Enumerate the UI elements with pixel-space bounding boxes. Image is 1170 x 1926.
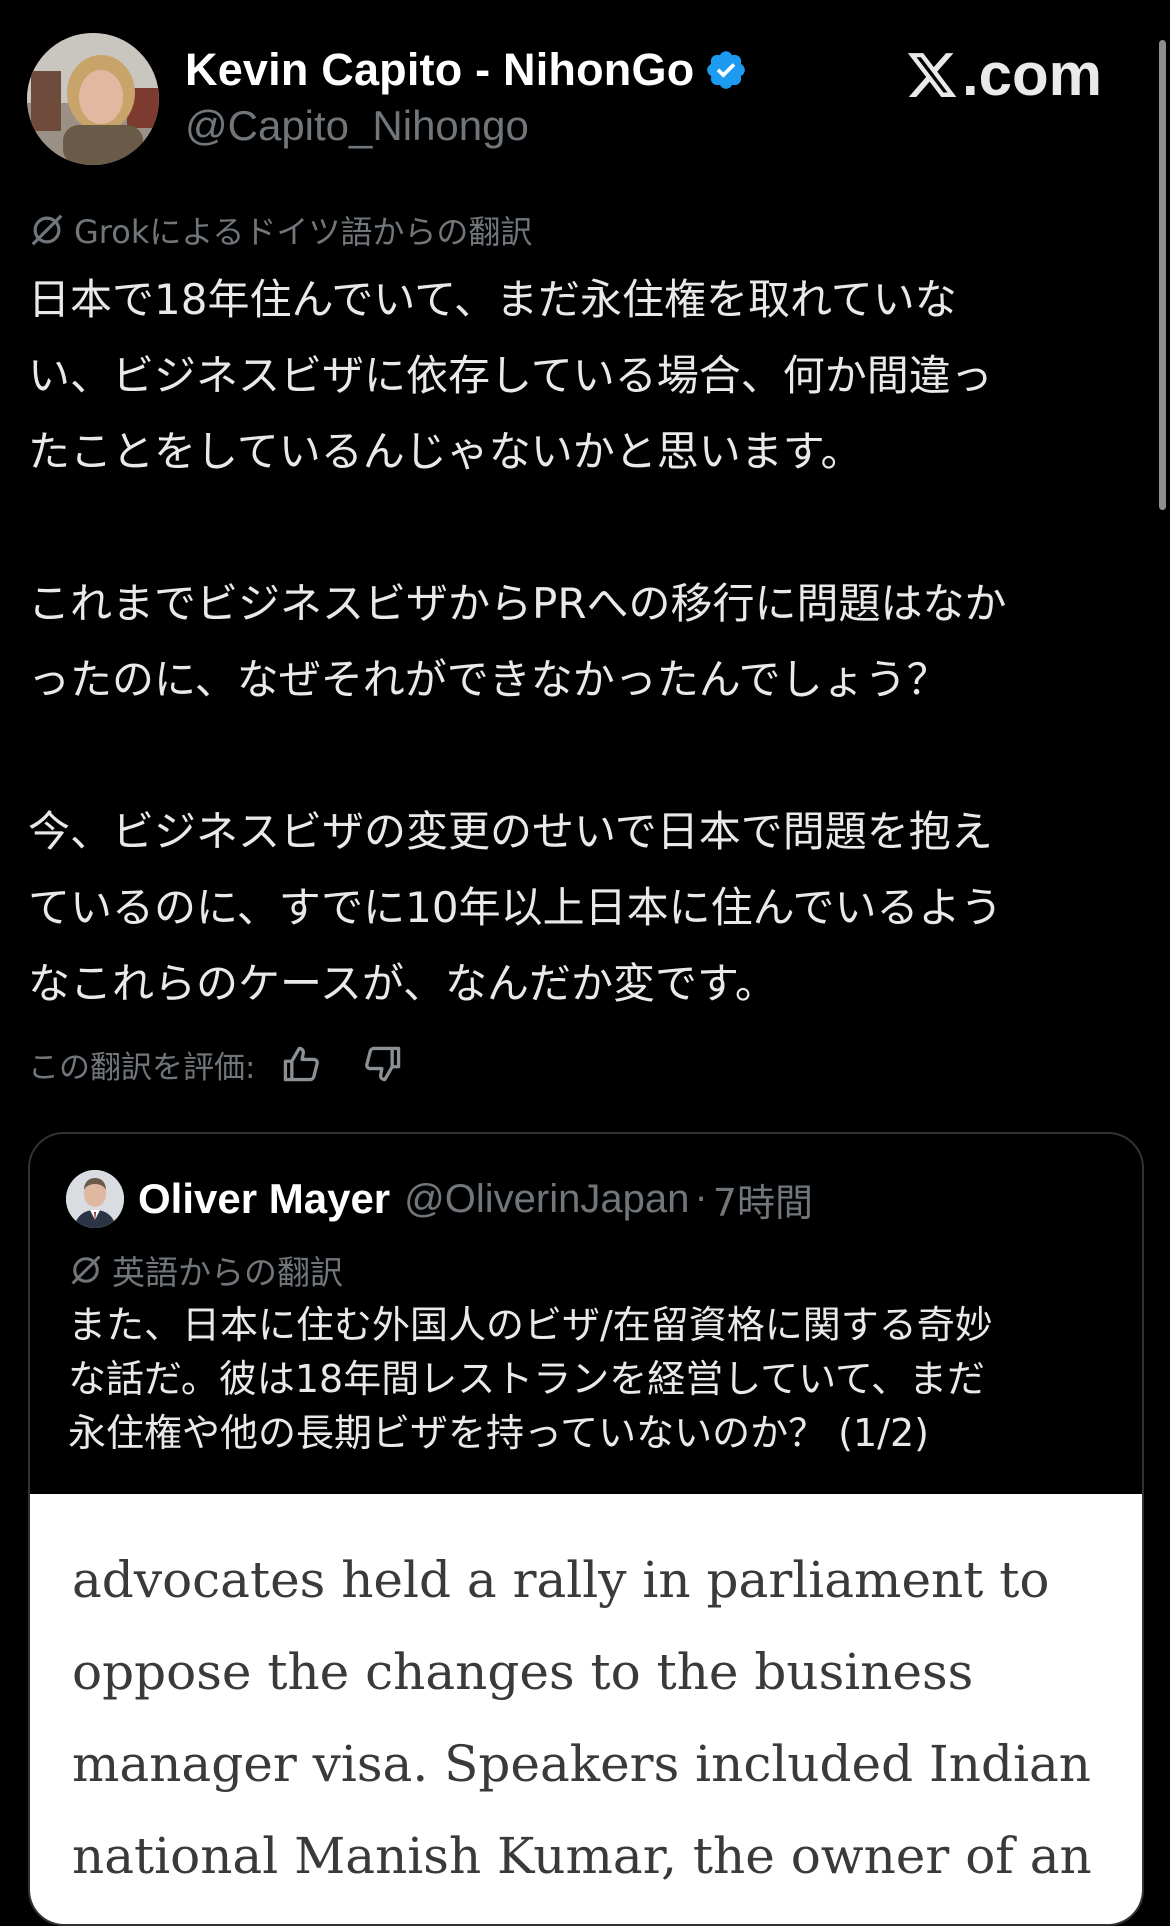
- author-handle[interactable]: @Capito_Nihongo: [185, 102, 529, 150]
- site-brand: .com: [904, 40, 1102, 109]
- tweet-line: たことをしているんじゃないかと思います。: [28, 427, 863, 476]
- quote-header: Oliver Mayer @OliverinJapan · 7時間: [66, 1170, 813, 1228]
- quote-line: また、日本に住む外国人のビザ/在留資格に関する奇妙: [68, 1303, 993, 1347]
- thumbs-up-icon: [284, 1046, 320, 1082]
- grok-icon: [31, 214, 63, 246]
- rate-translation-row: この翻訳を評価:: [28, 1040, 407, 1088]
- article-line: oppose the changes to the business: [72, 1643, 974, 1701]
- thumbs-up-button[interactable]: [277, 1040, 325, 1088]
- tweet-line: ているのに、すでに10年以上日本に住んでいるよう: [28, 883, 1003, 932]
- article-line: national Manish Kumar, the owner of an: [72, 1827, 1092, 1885]
- x-logo-icon: [907, 52, 957, 97]
- tweet-line: なこれらのケースが、なんだか変です。: [28, 959, 777, 1008]
- quote-author-handle[interactable]: @OliverinJapan: [404, 1177, 689, 1222]
- tweet-paragraph: これまでビジネスビザからPRへの移行に問題はなか ったのに、なぜそれができなかっ…: [28, 566, 1143, 718]
- grok-icon: [71, 1255, 101, 1285]
- quote-timestamp[interactable]: 7時間: [713, 1172, 813, 1227]
- tweet-paragraph: 日本で18年住んでいて、まだ永住権を取れていな い、ビジネスビザに依存している場…: [28, 262, 1143, 490]
- tweet-line: 今、ビジネスビザの変更のせいで日本で問題を抱え: [28, 807, 993, 856]
- thumbs-down-button[interactable]: [359, 1040, 407, 1088]
- tweet-line: これまでビジネスビザからPRへの移行に問題はなか: [28, 579, 1007, 628]
- quote-separator: ·: [695, 1178, 707, 1220]
- translation-note-label: Grokによるドイツ語からの翻訳: [74, 213, 533, 251]
- quote-translation-note[interactable]: 英語からの翻訳: [68, 1246, 343, 1294]
- author-display-name[interactable]: Kevin Capito - NihonGo: [185, 44, 694, 96]
- site-brand-label: .com: [961, 41, 1102, 108]
- quote-tweet-card[interactable]: Oliver Mayer @OliverinJapan · 7時間 英語からの翻…: [28, 1132, 1144, 1926]
- quote-translation-label: 英語からの翻訳: [112, 1253, 343, 1292]
- article-line: manager visa. Speakers included Indian: [72, 1735, 1091, 1793]
- article-excerpt: advocates held a rally in parliament to …: [72, 1534, 1112, 1902]
- rate-translation-label: この翻訳を評価:: [28, 1049, 256, 1086]
- quote-author-name[interactable]: Oliver Mayer: [138, 1175, 390, 1223]
- tweet-text: 日本で18年住んでいて、まだ永住権を取れていな い、ビジネスビザに依存している場…: [28, 262, 1143, 1022]
- tweet-line: ったのに、なぜそれができなかったんでしょう？: [28, 655, 949, 704]
- author-name-row[interactable]: Kevin Capito - NihonGo: [185, 44, 748, 96]
- tweet-line: 日本で18年住んでいて、まだ永住権を取れていな: [28, 275, 957, 324]
- scrollbar[interactable]: [1159, 40, 1166, 510]
- author-avatar[interactable]: [27, 33, 159, 165]
- verified-badge-icon: [707, 51, 746, 89]
- quote-author-avatar[interactable]: [66, 1170, 124, 1228]
- thumbs-down-icon: [365, 1046, 401, 1082]
- cropped-text-fragment: [30, 1494, 1142, 1514]
- translation-note[interactable]: Grokによるドイツ語からの翻訳: [28, 207, 532, 253]
- quote-line: 永住権や他の長期ビザを持っていないのか？ (1/2): [68, 1411, 929, 1455]
- tweet-paragraph: 今、ビジネスビザの変更のせいで日本で問題を抱え ているのに、すでに10年以上日本…: [28, 794, 1143, 1022]
- article-line: advocates held a rally in parliament to: [72, 1551, 1050, 1609]
- tweet-line: い、ビジネスビザに依存している場合、何か間違っ: [28, 351, 993, 400]
- quote-media-image[interactable]: advocates held a rally in parliament to …: [30, 1494, 1142, 1924]
- quote-text: また、日本に住む外国人のビザ/在留資格に関する奇妙 な話だ。彼は18年間レストラ…: [68, 1298, 1118, 1460]
- quote-line: な話だ。彼は18年間レストランを経営していて、まだ: [68, 1357, 986, 1401]
